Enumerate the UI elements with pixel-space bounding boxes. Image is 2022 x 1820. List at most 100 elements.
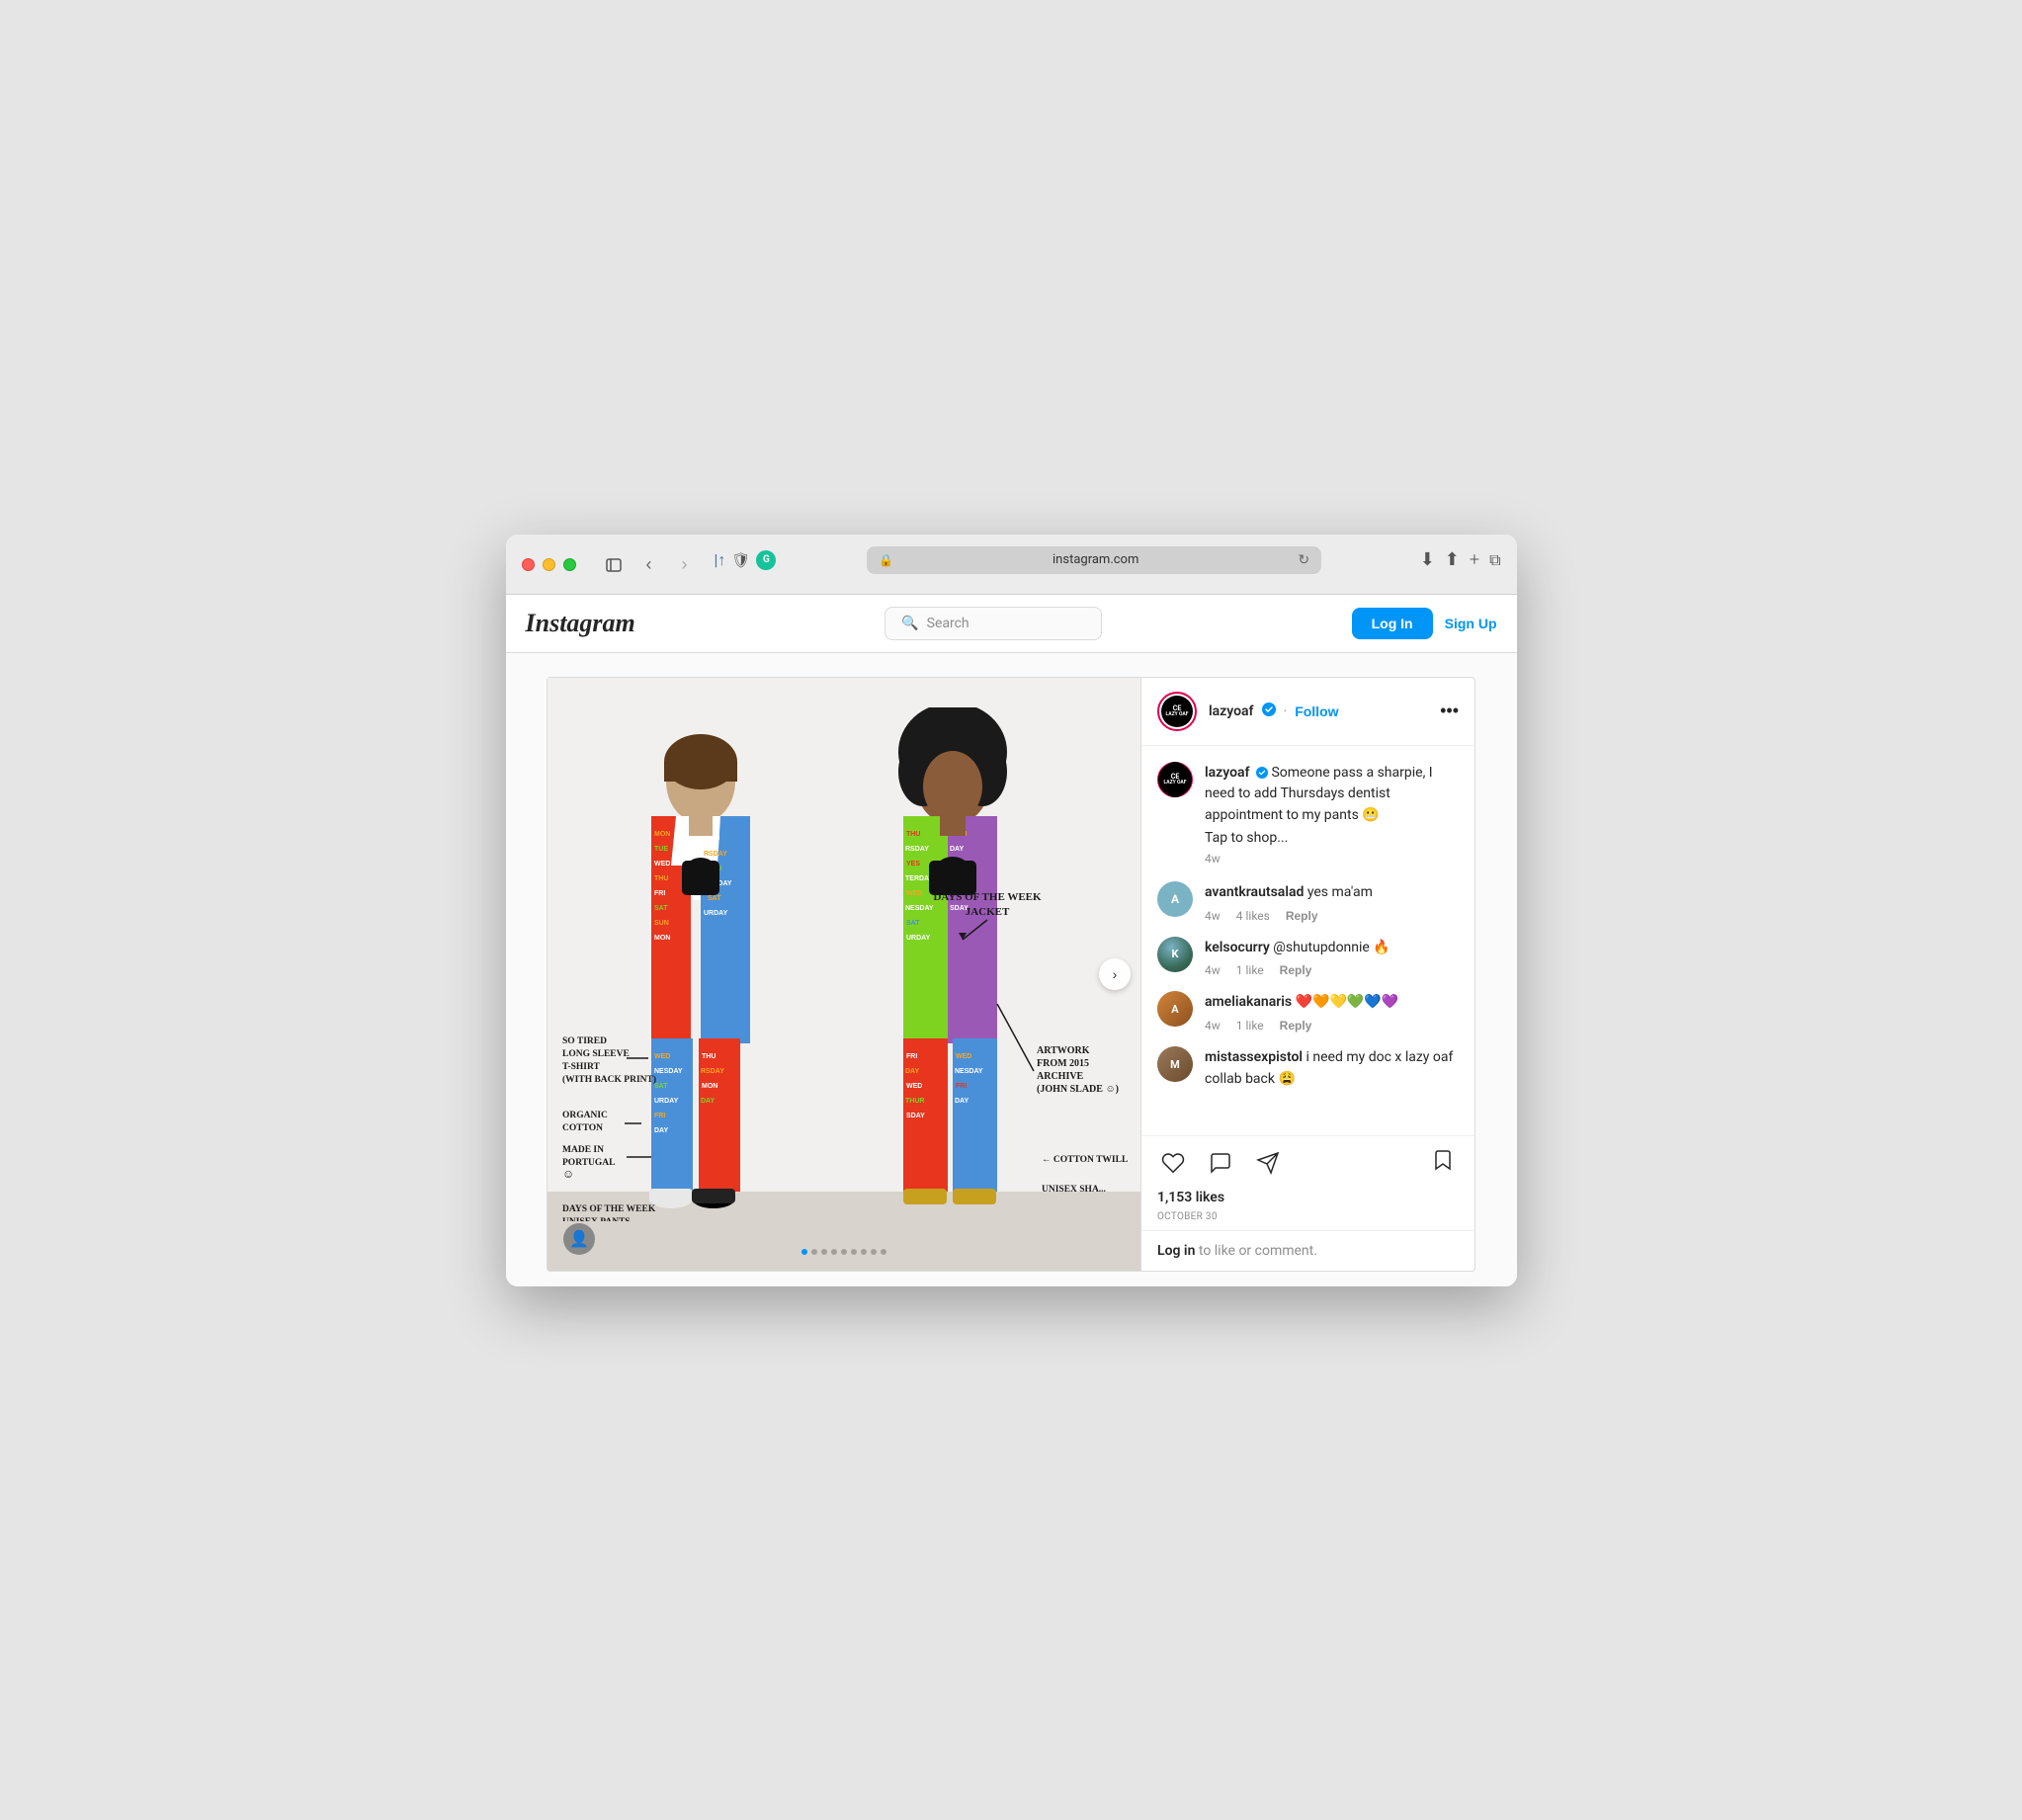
comment-item-4: M mistassexpistol i need my doc x lazy o… — [1157, 1046, 1459, 1089]
svg-text:SUN: SUN — [654, 920, 669, 927]
svg-text:RSDAY: RSDAY — [905, 846, 929, 853]
post-avatar[interactable]: CE LAZY OAF — [1157, 692, 1197, 731]
instagram-header: Instagram 🔍 Search Log In Sign Up — [506, 595, 1517, 653]
reply-button-3[interactable]: Reply — [1280, 1019, 1312, 1033]
signup-button[interactable]: Sign Up — [1445, 616, 1497, 631]
instagram-page: Instagram 🔍 Search Log In Sign Up — [506, 595, 1517, 1286]
svg-text:THU: THU — [906, 831, 920, 838]
bookmark-icon: |↑ — [715, 550, 726, 570]
svg-text:SO TIRED: SO TIRED — [562, 1036, 607, 1046]
caption-avatar[interactable]: CE LAZY OAF — [1157, 762, 1193, 797]
follow-button[interactable]: Follow — [1295, 703, 1338, 719]
caption-block: CE LAZY OAF lazyoaf Someone pass a sharp… — [1157, 762, 1459, 867]
url-display: instagram.com — [899, 552, 1292, 567]
comment-username-1[interactable]: avantkrautsalad — [1205, 884, 1304, 900]
comment-likes-3: 1 like — [1236, 1019, 1264, 1033]
new-tab-icon[interactable]: + — [1470, 549, 1479, 570]
address-bar[interactable]: 🔒 instagram.com ↻ — [867, 546, 1321, 574]
comment-meta-1: 4w 4 likes Reply — [1205, 909, 1459, 923]
svg-text:(WITH BACK PRINT): (WITH BACK PRINT) — [562, 1074, 656, 1085]
user-icon: 👤 — [569, 1229, 589, 1248]
svg-text:FROM 2015: FROM 2015 — [1037, 1058, 1089, 1069]
avatar-inner: CE LAZY OAF — [1161, 696, 1193, 727]
comment-avatar-3[interactable]: A — [1157, 991, 1193, 1027]
search-bar[interactable]: 🔍 Search — [885, 607, 1102, 640]
reply-button-1[interactable]: Reply — [1286, 909, 1318, 923]
dot-2 — [811, 1249, 817, 1255]
maximize-button[interactable] — [563, 558, 576, 571]
reload-icon[interactable]: ↻ — [1298, 552, 1309, 568]
comment-item-2: K kelsocurry @shutupdonnie 🔥 4w 1 like — [1157, 937, 1459, 978]
post-illustration: MON TUE WED THU FRI SAT SUN MON TUE THU … — [548, 678, 1140, 1271]
save-button[interactable] — [1427, 1144, 1459, 1182]
svg-text:MON: MON — [654, 935, 670, 942]
comment-item-3: A ameliakanaris ❤️🧡💛💚💙💜 4w 1 like — [1157, 991, 1459, 1033]
browser-titlebar: ‹ › |↑ 🛡 G 🔒 instagram.com ↻ — [506, 535, 1517, 595]
viewer-avatar: 👤 — [563, 1223, 595, 1255]
comment-content-1: avantkrautsalad yes ma'am 4w 4 likes Rep… — [1205, 881, 1459, 923]
reply-button-2[interactable]: Reply — [1280, 963, 1312, 977]
comment-avatar-4[interactable]: M — [1157, 1046, 1193, 1082]
minimize-button[interactable] — [543, 558, 555, 571]
login-prompt: Log in to like or comment. — [1141, 1230, 1474, 1271]
back-button[interactable]: ‹ — [635, 551, 663, 579]
svg-text:LONG SLEEVE: LONG SLEEVE — [562, 1049, 630, 1059]
comment-body-3: ❤️🧡💛💚💙💜 — [1296, 994, 1399, 1010]
svg-text:← COTTON TWILL: ← COTTON TWILL — [1042, 1155, 1128, 1165]
svg-text:WED: WED — [654, 1053, 670, 1060]
instagram-logo[interactable]: Instagram — [526, 609, 635, 638]
svg-text:SAT: SAT — [654, 1083, 668, 1090]
svg-text:MADE IN: MADE IN — [562, 1145, 604, 1155]
download-icon[interactable]: ⬇ — [1420, 549, 1435, 570]
svg-text:UNISEX SHA...: UNISEX SHA... — [1042, 1185, 1106, 1195]
comment-username-3[interactable]: ameliakanaris — [1205, 994, 1292, 1010]
svg-text:RSDAY: RSDAY — [704, 851, 727, 858]
like-button[interactable] — [1157, 1147, 1189, 1179]
caption-meta: 4w — [1205, 852, 1459, 866]
verified-caption — [1256, 765, 1271, 781]
svg-text:DAY: DAY — [955, 1098, 969, 1105]
comment-time-2: 4w — [1205, 963, 1221, 977]
browser-nav: ‹ › — [600, 551, 699, 579]
comment-time-1: 4w — [1205, 909, 1221, 923]
svg-text:YES: YES — [906, 861, 920, 868]
svg-text:URDAY: URDAY — [654, 1098, 679, 1105]
comment-avatar-2[interactable]: K — [1157, 937, 1193, 972]
share-icon — [1256, 1151, 1280, 1175]
comment-avatar-1[interactable]: A — [1157, 881, 1193, 917]
grammarly-icon: G — [756, 550, 776, 570]
more-options-button[interactable]: ••• — [1440, 701, 1459, 721]
close-button[interactable] — [522, 558, 535, 571]
login-button[interactable]: Log In — [1352, 608, 1433, 639]
comment-username-2[interactable]: kelsocurry — [1205, 940, 1270, 955]
comment-content-3: ameliakanaris ❤️🧡💛💚💙💜 4w 1 like Reply — [1205, 991, 1459, 1033]
svg-text:WED: WED — [956, 1053, 971, 1060]
dot-9 — [881, 1249, 886, 1255]
comment-button[interactable] — [1205, 1147, 1236, 1179]
comments-section[interactable]: CE LAZY OAF lazyoaf Someone pass a sharp… — [1141, 746, 1474, 1135]
svg-text:DAYS OF THE WEEK: DAYS OF THE WEEK — [562, 1204, 656, 1214]
forward-button[interactable]: › — [671, 551, 699, 579]
comment-username-4[interactable]: mistassexpistol — [1205, 1049, 1303, 1065]
svg-text:FRI: FRI — [654, 1113, 665, 1119]
sidebar-toggle-button[interactable] — [600, 551, 628, 579]
comment-meta-3: 4w 1 like Reply — [1205, 1019, 1459, 1033]
share-icon[interactable]: ⬆ — [1445, 549, 1460, 570]
dot-4 — [831, 1249, 837, 1255]
svg-text:UNISEX PANTS: UNISEX PANTS — [562, 1217, 631, 1221]
browser-window: ‹ › |↑ 🛡 G 🔒 instagram.com ↻ — [506, 535, 1517, 1286]
svg-text:WED: WED — [654, 861, 670, 868]
svg-text:T-SHIRT: T-SHIRT — [562, 1062, 601, 1072]
post-username[interactable]: lazyoaf — [1209, 703, 1254, 719]
caption-text: lazyoaf Someone pass a sharpie, I need t… — [1205, 765, 1433, 823]
share-post-button[interactable] — [1252, 1147, 1284, 1179]
tab-overview-icon[interactable]: ⧉ — [1489, 550, 1500, 570]
comment-icon — [1209, 1151, 1232, 1175]
next-image-button[interactable]: › — [1099, 958, 1131, 990]
caption-username[interactable]: lazyoaf — [1205, 765, 1250, 781]
svg-text:WED: WED — [906, 1083, 922, 1090]
login-link[interactable]: Log in — [1157, 1243, 1195, 1259]
address-bar-row: |↑ 🛡 G 🔒 instagram.com ↻ ⬇ ⬆ + ⧉ — [715, 546, 1501, 584]
comment-text-4: mistassexpistol i need my doc x lazy oaf… — [1205, 1049, 1453, 1087]
svg-text:WED: WED — [906, 890, 922, 897]
